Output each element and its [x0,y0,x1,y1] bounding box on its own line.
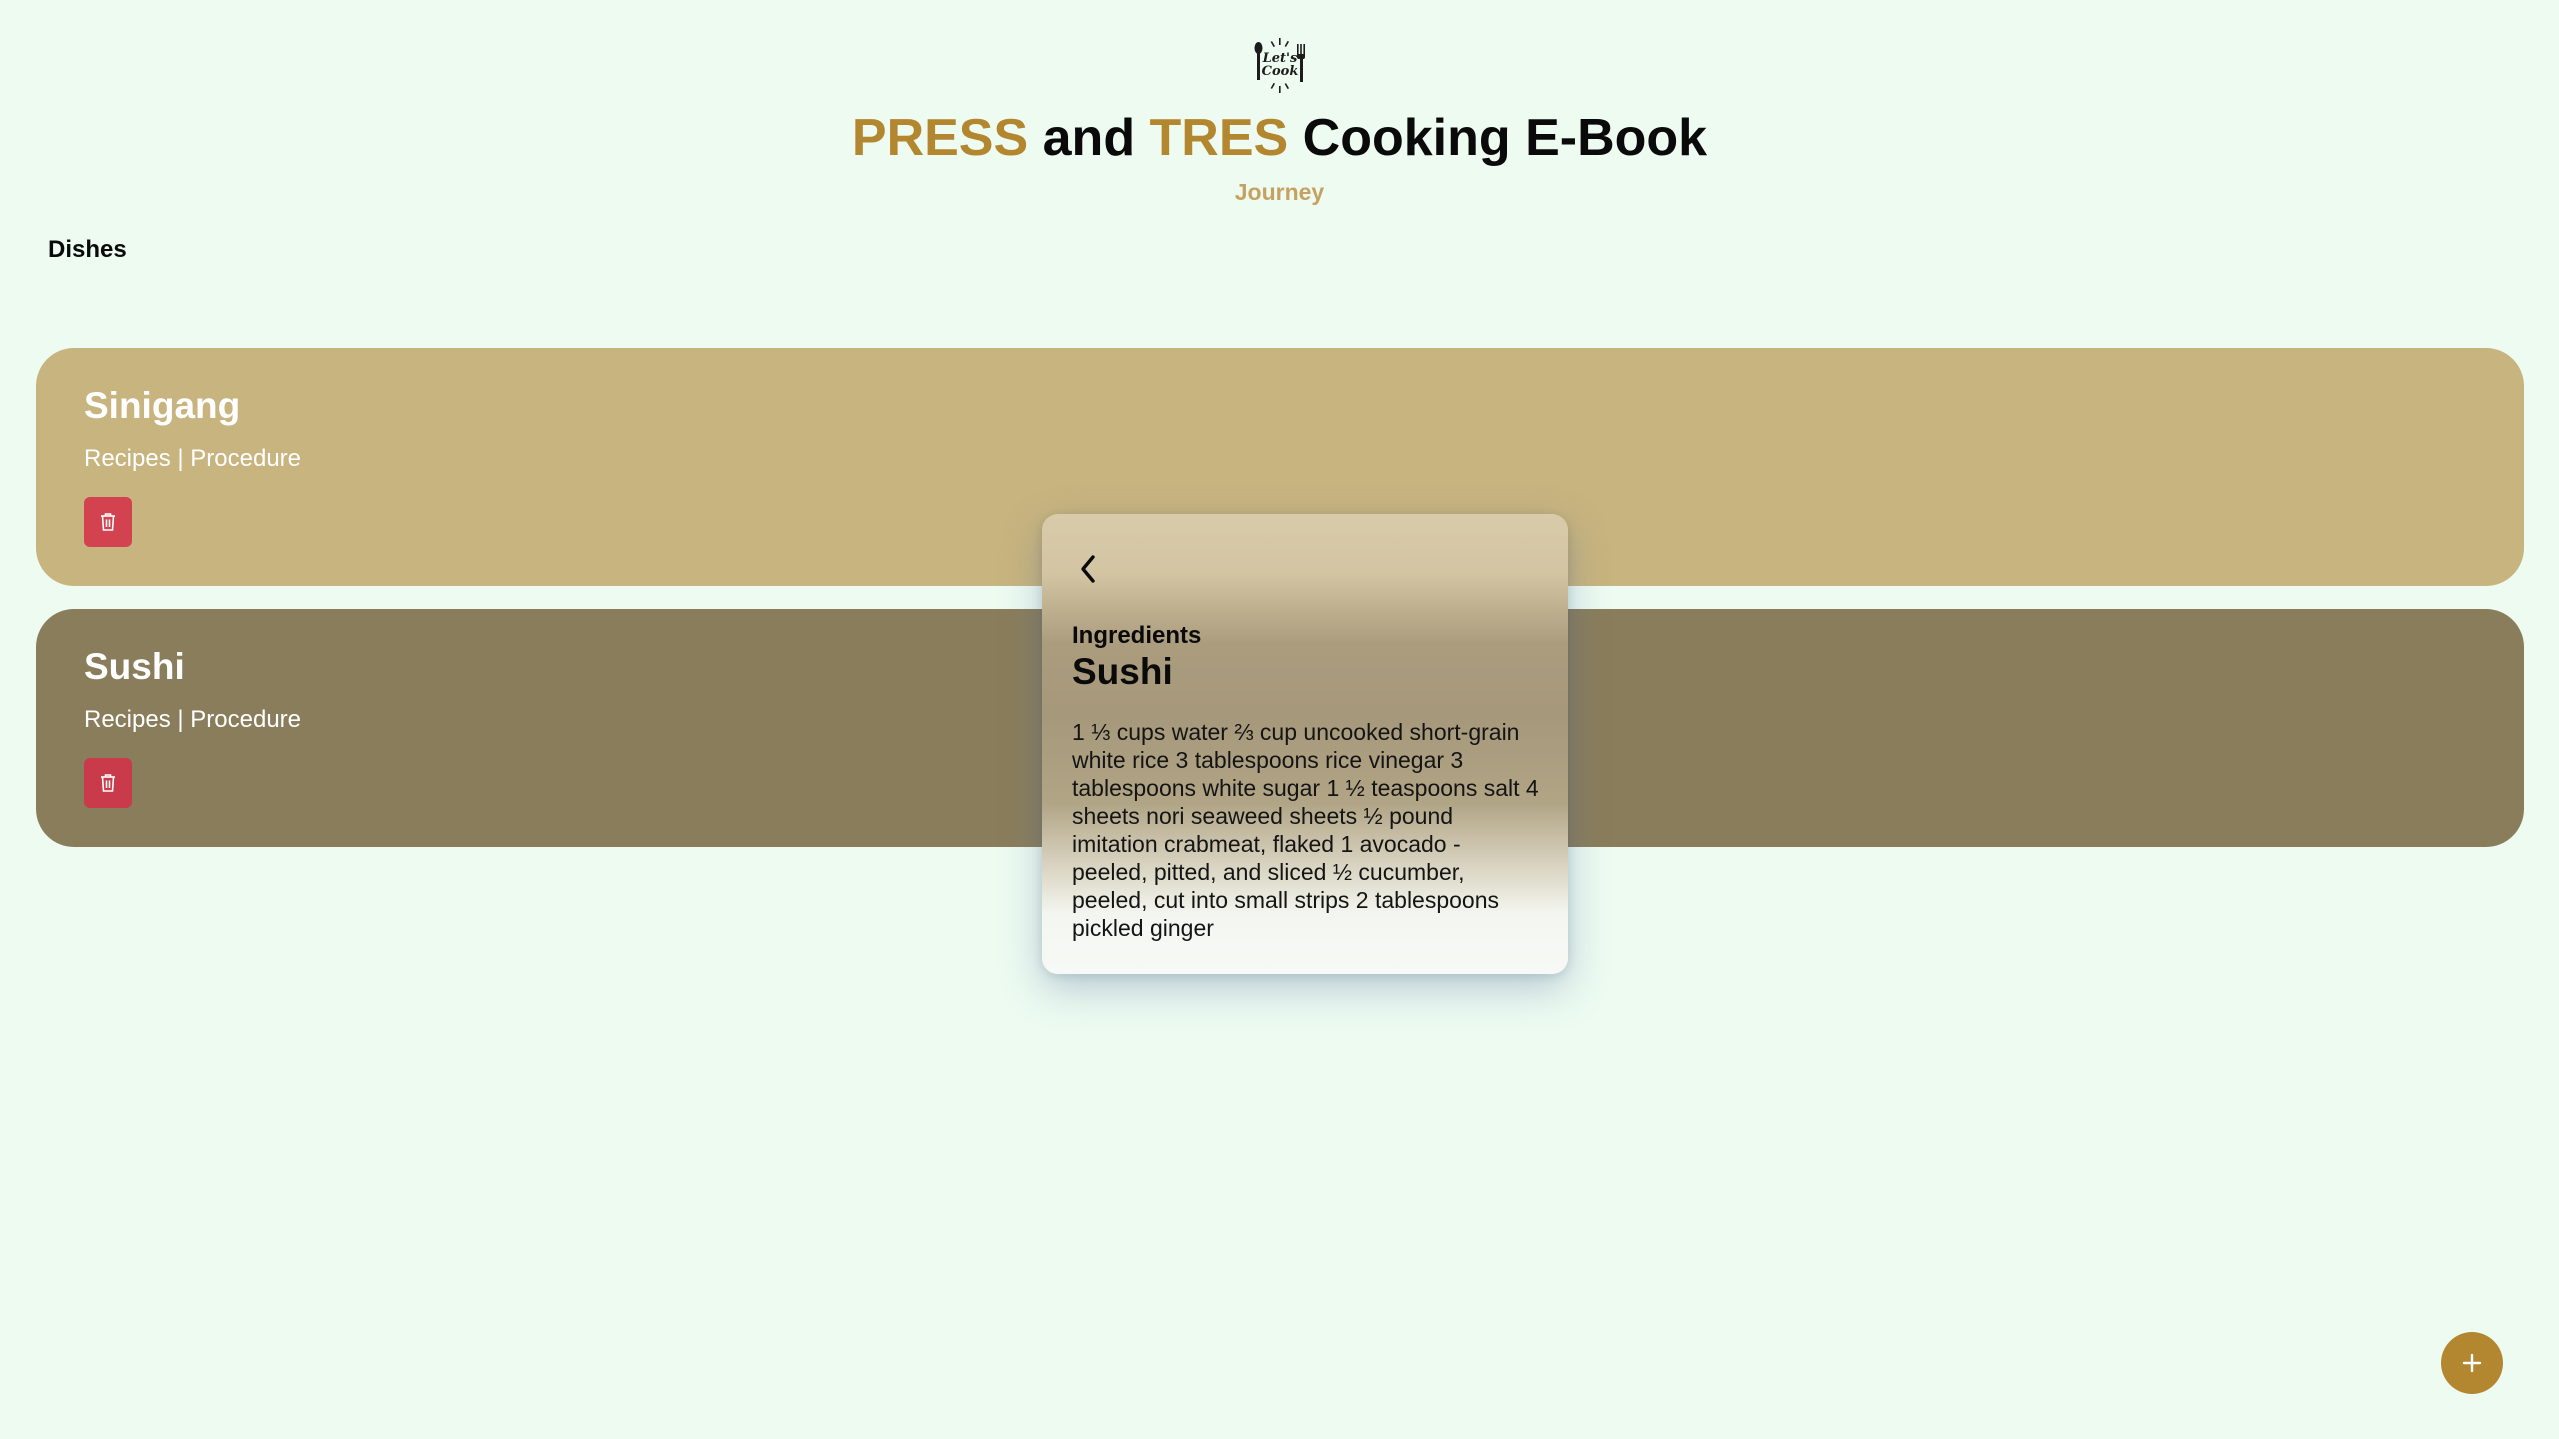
dish-name: Sinigang [84,385,241,426]
trash-icon [101,513,115,531]
logo-text: Let's Cook [1251,36,1309,94]
title-press: PRESS [851,109,1029,167]
add-dish-button[interactable] [2441,1332,2503,1394]
chevron-left-icon [1081,555,1095,583]
logo: Let's Cook [1251,36,1309,94]
dish-links[interactable]: Recipes | Procedure [84,705,301,735]
back-button[interactable] [1070,548,1106,590]
ingredients-text: 1 ⅓ cups water ⅔ cup uncooked short-grai… [1072,719,1539,941]
ingredients-modal: Ingredients Sushi 1 ⅓ cups water ⅔ cup u… [1042,514,1568,974]
page-subtitle: Journey [1234,179,1325,205]
title-and: and [1028,109,1150,167]
title-tres: TRES [1149,109,1289,167]
page-title: PRESS and TRES Cooking E-Book [0,104,2559,172]
logo-text-line2: Cook [1261,64,1299,79]
delete-button[interactable] [84,497,132,547]
plus-icon [2462,1353,2482,1373]
page: Let's Cook PRESS and TRES Cooking E-Book… [0,0,2559,1439]
dish-links[interactable]: Recipes | Procedure [84,444,301,474]
delete-button[interactable] [84,758,132,808]
nav-dishes[interactable]: Dishes [48,236,127,264]
modal-title: Sushi [1072,651,1173,692]
trash-icon [101,774,115,792]
dish-name: Sushi [84,646,185,687]
title-cooking-ebook: Cooking E-Book [1288,109,1708,167]
modal-label: Ingredients [1072,622,1202,649]
